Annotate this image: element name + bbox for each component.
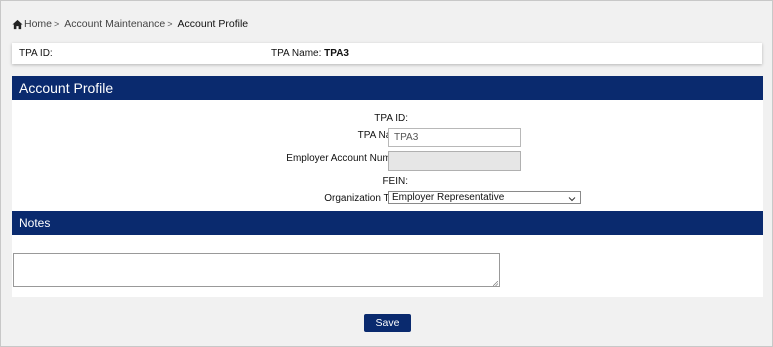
info-tpa-id-label: TPA ID: [19,48,53,59]
breadcrumb-home-link[interactable]: Home [24,18,52,30]
account-profile-title: Account Profile [19,80,114,96]
info-tpa-name-label: TPA Name: [271,48,322,59]
resize-grip-icon[interactable] [493,281,498,286]
chevron-down-icon [568,197,576,202]
account-profile-header: Account Profile [12,76,763,100]
info-tpa-name-group: TPA Name: TPA3 [271,48,349,59]
notes-title: Notes [19,216,51,230]
home-icon[interactable] [12,19,23,30]
tpa-info-bar: TPA ID: TPA Name: TPA3 [12,43,762,64]
notes-header: Notes [12,211,763,235]
breadcrumb-separator: > [167,19,173,29]
form-footer: Save [12,297,763,337]
breadcrumb-account-maintenance-link[interactable]: Account Maintenance [64,18,165,30]
breadcrumb: Home > Account Maintenance > Account Pro… [12,17,248,31]
info-tpa-name-value: TPA3 [324,48,349,59]
organization-type-select[interactable]: Employer Representative [388,191,581,204]
breadcrumb-current: Account Profile [177,18,249,30]
fein-label: FEIN: [382,176,408,187]
breadcrumb-separator: > [54,19,60,29]
account-profile-form: TPA ID: TPA Name: Employer Account Numbe… [12,100,763,211]
tpa-name-input[interactable] [388,128,521,147]
notes-textarea[interactable] [13,253,500,287]
organization-type-selected: Employer Representative [392,192,505,203]
save-button[interactable]: Save [364,314,411,332]
employer-account-number-input [388,151,521,171]
page-frame: Home > Account Maintenance > Account Pro… [0,0,773,347]
notes-section [12,235,763,297]
tpa-id-label: TPA ID: [374,113,408,124]
